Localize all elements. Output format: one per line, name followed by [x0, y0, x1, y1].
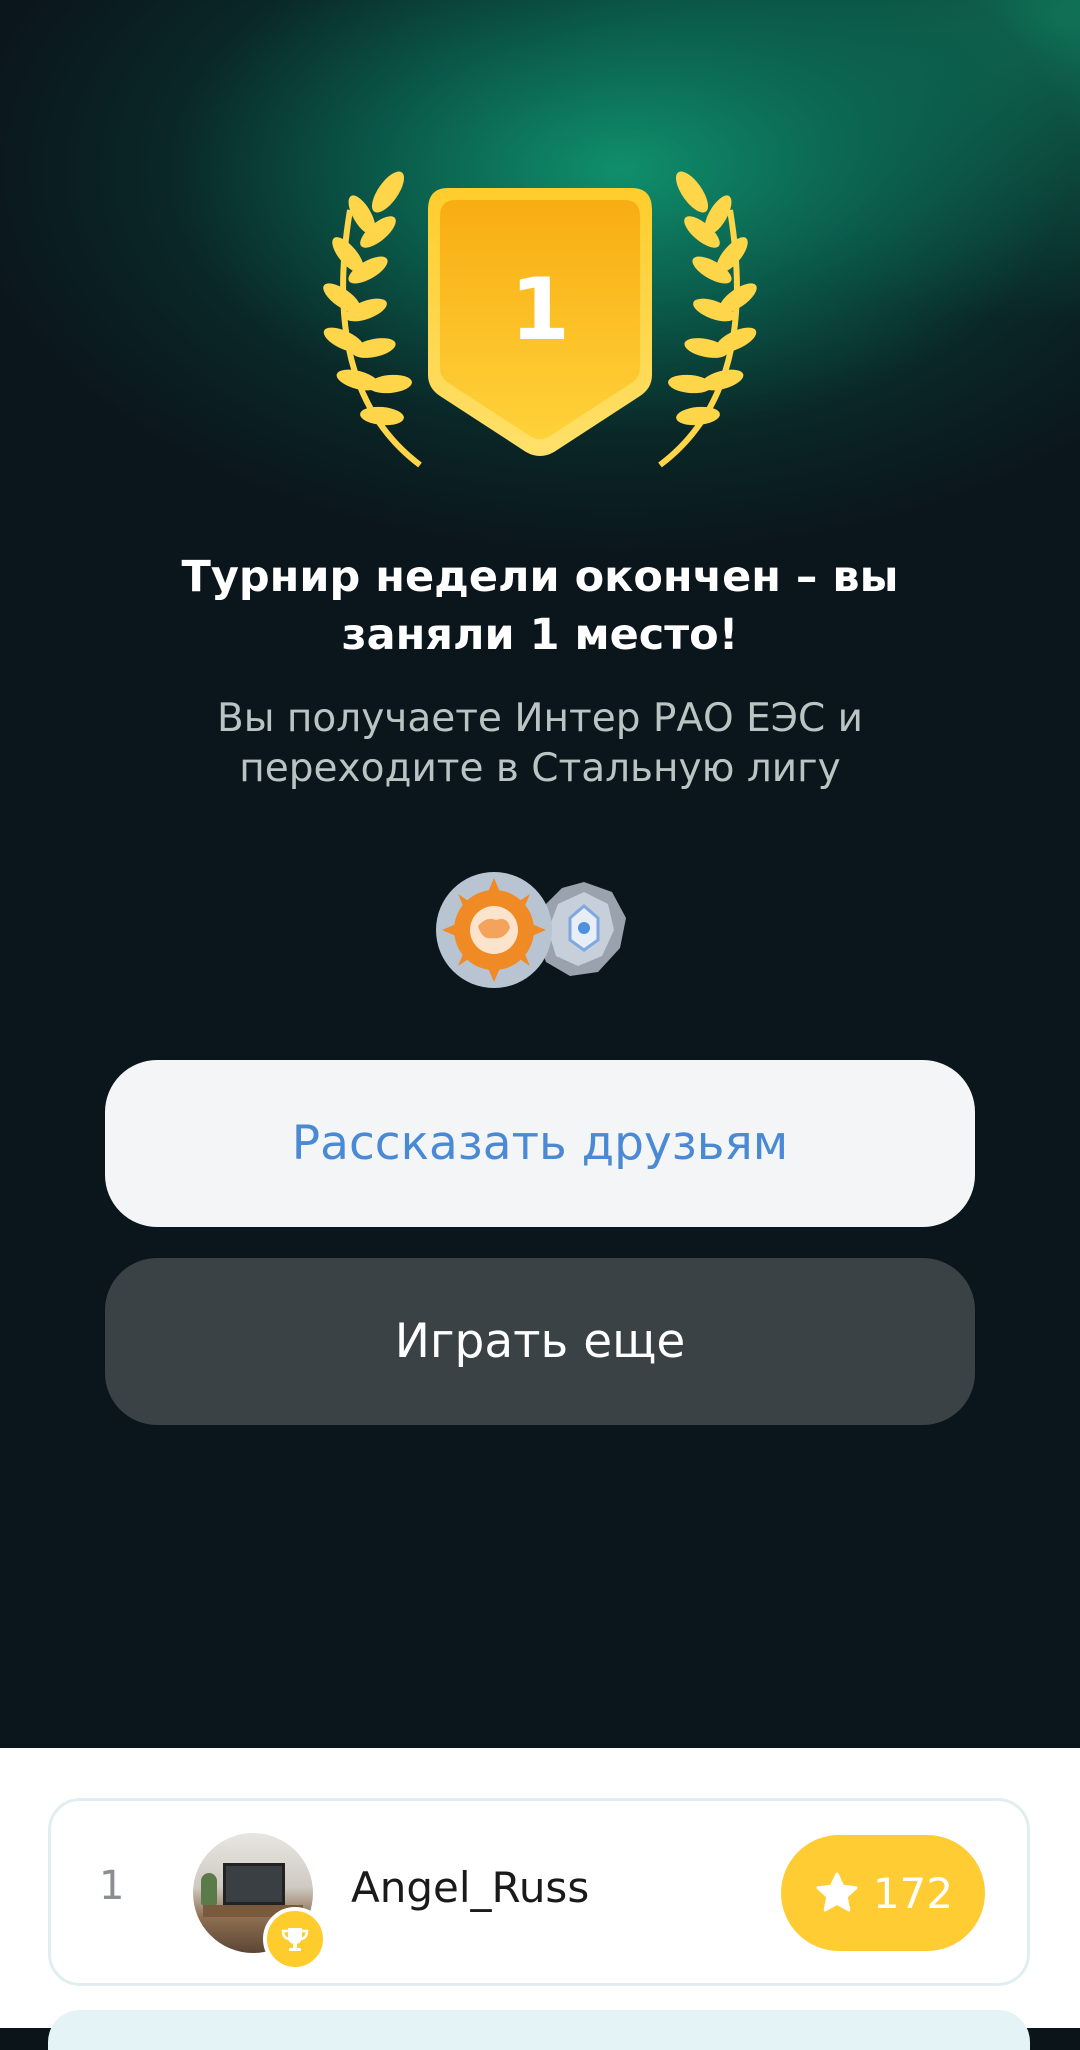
laurel-right-icon — [658, 171, 757, 468]
result-hero: 1 Турнир недели окончен – вы заняли 1 ме… — [0, 0, 1080, 1748]
share-with-friends-button[interactable]: Рассказать друзьям — [105, 1060, 975, 1227]
place-number: 1 — [510, 260, 570, 360]
result-title: Турнир недели окончен – вы заняли 1 мест… — [181, 552, 899, 660]
leaderboard-row-next — [48, 2010, 1030, 2050]
trophy-icon — [263, 1907, 327, 1971]
score-badge: 172 — [781, 1835, 985, 1951]
row-username: Angel_Russ — [351, 1863, 590, 1912]
reward-badges — [436, 872, 626, 988]
star-icon — [816, 1872, 858, 1912]
company-logo-icon — [436, 872, 552, 988]
result-subtitle: Вы получаете Интер РАО ЕЭС и переходите … — [216, 696, 864, 791]
play-again-button[interactable]: Играть еще — [105, 1258, 975, 1425]
row-rank: 1 — [99, 1863, 125, 1909]
score-value: 172 — [872, 1868, 954, 1918]
leaderboard-row[interactable]: 1 Angel_Russ 172 — [48, 1798, 1030, 1986]
laurel-left-icon — [323, 171, 422, 468]
